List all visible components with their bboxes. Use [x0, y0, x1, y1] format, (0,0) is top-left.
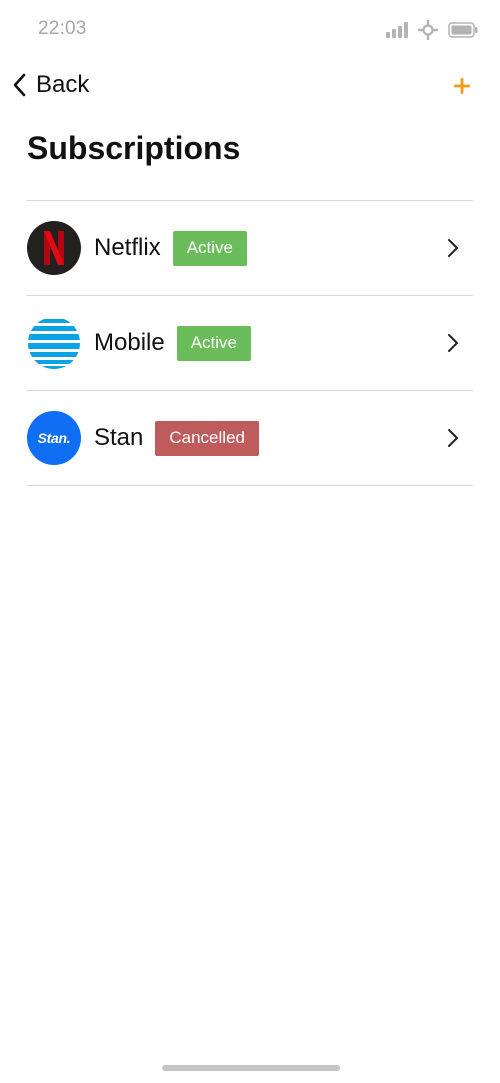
chevron-right-icon: [448, 334, 458, 352]
subscription-row-netflix[interactable]: Netflix Active: [27, 201, 473, 296]
wifi-icon: [418, 20, 438, 40]
back-button[interactable]: Back: [12, 66, 89, 104]
chevron-left-icon: [13, 73, 26, 97]
att-globe-icon: [28, 317, 80, 369]
subscription-name: Stan: [94, 424, 144, 451]
status-badge: Active: [172, 230, 247, 266]
netflix-n-icon: [44, 231, 64, 265]
status-bar: 22:03: [0, 0, 500, 60]
home-indicator: [162, 1065, 340, 1071]
netflix-logo: [27, 221, 81, 275]
add-subscription-button[interactable]: [450, 70, 474, 102]
status-badge: Cancelled: [155, 420, 259, 456]
chevron-right-icon: [448, 429, 458, 447]
status-icons: [386, 20, 478, 40]
page-title: Subscriptions: [27, 130, 241, 166]
battery-icon: [448, 22, 478, 38]
stan-logo-text: Stan.: [37, 430, 71, 446]
plus-icon: [454, 78, 470, 94]
stan-logo: Stan.: [27, 411, 81, 465]
status-time: 22:03: [38, 18, 87, 39]
subscription-row-stan[interactable]: Stan. Stan Cancelled: [27, 391, 473, 486]
chevron-right-icon: [448, 239, 458, 257]
subscription-name: Netflix: [94, 234, 161, 261]
subscription-name: Mobile: [94, 329, 165, 356]
subscription-list: Netflix Active Mobile Active Stan. Stan …: [27, 200, 473, 486]
signal-icon: [386, 22, 408, 38]
status-badge: Active: [176, 325, 251, 361]
subscription-row-mobile[interactable]: Mobile Active: [27, 296, 473, 391]
back-label: Back: [36, 71, 90, 98]
att-logo: [27, 316, 81, 370]
